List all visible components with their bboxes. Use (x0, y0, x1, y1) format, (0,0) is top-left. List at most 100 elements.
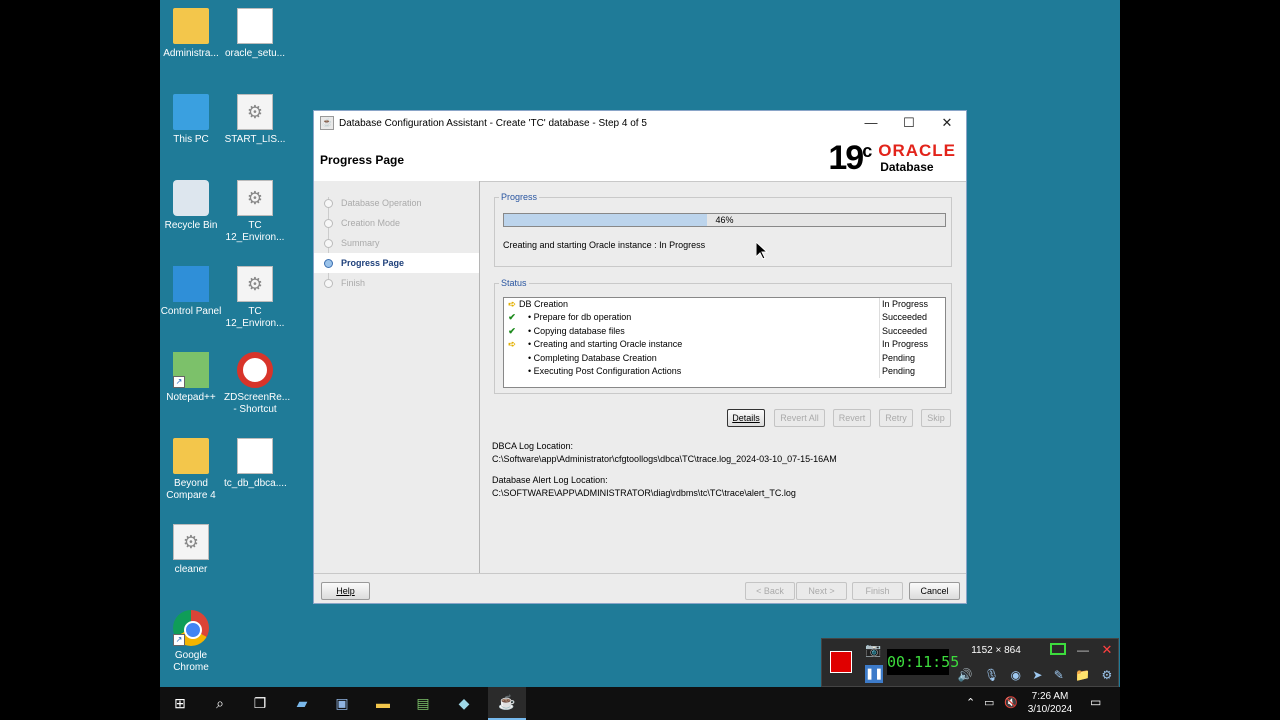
step-label: Database Operation (341, 198, 422, 208)
step-finish[interactable]: Finish (314, 273, 479, 293)
desktop-icon-label: tc_db_dbca.... (224, 478, 287, 489)
status-row-status: Succeeded (882, 312, 928, 323)
file-icon (237, 8, 273, 44)
pen-icon[interactable]: ✎ (1054, 665, 1064, 685)
minimize-button[interactable]: — (852, 111, 890, 135)
desktop-icon-beyond-compare[interactable]: Beyond Compare 4 (160, 432, 222, 502)
settings-gear-icon[interactable]: ⚙ (1101, 665, 1112, 685)
cursor-icon[interactable]: ➤ (1032, 665, 1042, 685)
help-button[interactable]: Help (321, 582, 370, 600)
clock-date: 3/10/2024 (1027, 704, 1073, 715)
chevron-up-icon[interactable]: ⌃ (966, 696, 975, 709)
table-row[interactable]: ✔ • Copying database files Succeeded (504, 324, 945, 339)
window-titlebar[interactable]: ☕ Database Configuration Assistant - Cre… (314, 111, 966, 135)
pause-button[interactable]: ❚❚ (865, 665, 883, 683)
windows-start-icon[interactable]: ⊞ (170, 693, 190, 713)
desktop-icon-tc-db-dbca[interactable]: tc_db_dbca.... (224, 432, 287, 490)
desktop-icon-label: Recycle Bin (164, 220, 218, 231)
progress-group-label: Progress (499, 192, 540, 202)
progress-bar: 46% (503, 213, 946, 227)
desktop-icon-tc-environ-2[interactable]: ⚙ TC 12_Environ... (224, 260, 286, 330)
version-suffix: c (862, 141, 872, 161)
steps-sidebar: Database Operation Creation Mode Summary… (314, 181, 480, 573)
desktop-icon-oracle-setup[interactable]: oracle_setu... (224, 2, 286, 60)
dbca-log-label: DBCA Log Location: (492, 441, 574, 451)
volume-muted-icon[interactable]: 🔇 (1004, 696, 1018, 709)
step-progress-page[interactable]: Progress Page (314, 253, 479, 273)
step-creation-mode[interactable]: Creation Mode (314, 213, 479, 233)
desktop-icon-start-listener[interactable]: ⚙ START_LIS... (224, 88, 286, 146)
revert-all-label: Revert All (780, 413, 819, 423)
desktop-icon-label: Administra... (163, 48, 219, 59)
clock-time: 7:26 AM (1031, 691, 1069, 702)
step-summary[interactable]: Summary (314, 233, 479, 253)
server-manager-icon[interactable]: ▰ (292, 693, 312, 713)
table-row[interactable]: ➪ • Creating and starting Oracle instance… (504, 338, 945, 352)
desktop-icon-cleaner[interactable]: ⚙ cleaner (160, 518, 222, 576)
retry-button[interactable]: Retry (879, 409, 913, 427)
desktop-icon-google-chrome[interactable]: ↗ Google Chrome (160, 604, 222, 674)
status-table: ➪ DB Creation In Progress ✔ • Prepare for d… (503, 297, 946, 388)
task-view-icon[interactable]: ❐ (250, 693, 270, 713)
recording-timer: 00:11:55 (887, 649, 959, 675)
region-icon[interactable] (1050, 643, 1066, 655)
desktop-icon-label: Beyond Compare 4 (166, 478, 216, 501)
help-label: Help (336, 586, 355, 596)
desktop-icon-label: cleaner (174, 564, 208, 575)
desktop-icon-notepad-plus-plus[interactable]: ↗ Notepad++ (160, 346, 222, 404)
finish-button[interactable]: Finish (852, 582, 903, 600)
notepad-plus-plus-taskbar-icon[interactable]: ▤ (413, 693, 433, 713)
minimize-widget-icon[interactable]: — (1074, 641, 1092, 659)
desktop-icon-control-panel[interactable]: Control Panel (160, 260, 222, 318)
java-taskbar-icon[interactable]: ☕ (488, 687, 526, 720)
network-icon[interactable]: ▭ (984, 696, 994, 709)
notifications-icon[interactable]: ▭ (1090, 695, 1101, 709)
shortcut-arrow-icon: ↗ (173, 376, 185, 388)
app-icon[interactable]: ▣ (332, 693, 352, 713)
details-button[interactable]: Details (727, 409, 765, 427)
step-database-operation[interactable]: Database Operation (314, 193, 479, 213)
clock[interactable]: 7:26 AM 3/10/2024 (1022, 690, 1078, 716)
file-explorer-icon[interactable]: ▬ (373, 693, 393, 713)
desktop-icon-administrator[interactable]: Administra... (160, 2, 222, 60)
dbca-window: ☕ Database Configuration Assistant - Cre… (313, 110, 967, 604)
folder-icon[interactable]: 📁 (1075, 665, 1090, 685)
speaker-icon[interactable]: 🔊 (958, 665, 973, 685)
step-label: Progress Page (341, 258, 405, 268)
desktop-icon-label: ZDScreenRe... - Shortcut (224, 392, 291, 415)
record-stop-button[interactable] (830, 651, 852, 673)
revert-all-button[interactable]: Revert All (774, 409, 825, 427)
progress-message: Creating and starting Oracle instance : … (503, 240, 706, 250)
progress-percent: 46% (715, 215, 734, 225)
desktop-icon-label: Control Panel (160, 306, 222, 317)
retry-label: Retry (885, 413, 907, 423)
search-icon[interactable]: ⌕ (210, 693, 230, 713)
step-marker-icon (324, 239, 333, 248)
next-button[interactable]: Next > (796, 582, 847, 600)
cancel-label: Cancel (920, 586, 949, 596)
close-widget-icon[interactable]: ✕ (1098, 641, 1116, 659)
maximize-button[interactable]: ☐ (890, 111, 928, 135)
camera-icon[interactable]: 📷 (865, 642, 883, 658)
desktop-icon-tc-environ-1[interactable]: ⚙ TC 12_Environ... (224, 174, 286, 244)
status-row-name: • Executing Post Configuration Actions (528, 365, 682, 376)
version-label: 19c (828, 139, 872, 178)
close-button[interactable]: ✕ (928, 111, 966, 135)
desktop-icon-recycle-bin[interactable]: Recycle Bin (160, 174, 222, 232)
back-button[interactable]: < Back (745, 582, 795, 600)
zdscreen-recorder-icon (237, 352, 273, 388)
progress-group: Progress 46% Creating and starting Oracl… (494, 192, 952, 267)
table-row[interactable]: • Executing Post Configuration Actions Pe… (504, 364, 945, 379)
desktop-icon-zdscreen-recorder[interactable]: ZDScreenRe... - Shortcut (224, 346, 290, 416)
cancel-button[interactable]: Cancel (909, 582, 960, 600)
revert-button[interactable]: Revert (833, 409, 871, 427)
status-row-status: In Progress (882, 299, 929, 309)
table-row[interactable]: ➪ DB Creation In Progress (504, 298, 945, 312)
microphone-icon[interactable]: 🎙 (984, 665, 999, 685)
skip-button[interactable]: Skip (921, 409, 951, 427)
table-row[interactable]: ✔ • Prepare for db operation Succeeded (504, 311, 945, 325)
table-row[interactable]: • Completing Database Creation Pending (504, 351, 945, 365)
app-icon[interactable]: ◆ (454, 693, 474, 713)
desktop-icon-this-pc[interactable]: This PC (160, 88, 222, 146)
webcam-icon[interactable]: ◉ (1011, 665, 1021, 685)
